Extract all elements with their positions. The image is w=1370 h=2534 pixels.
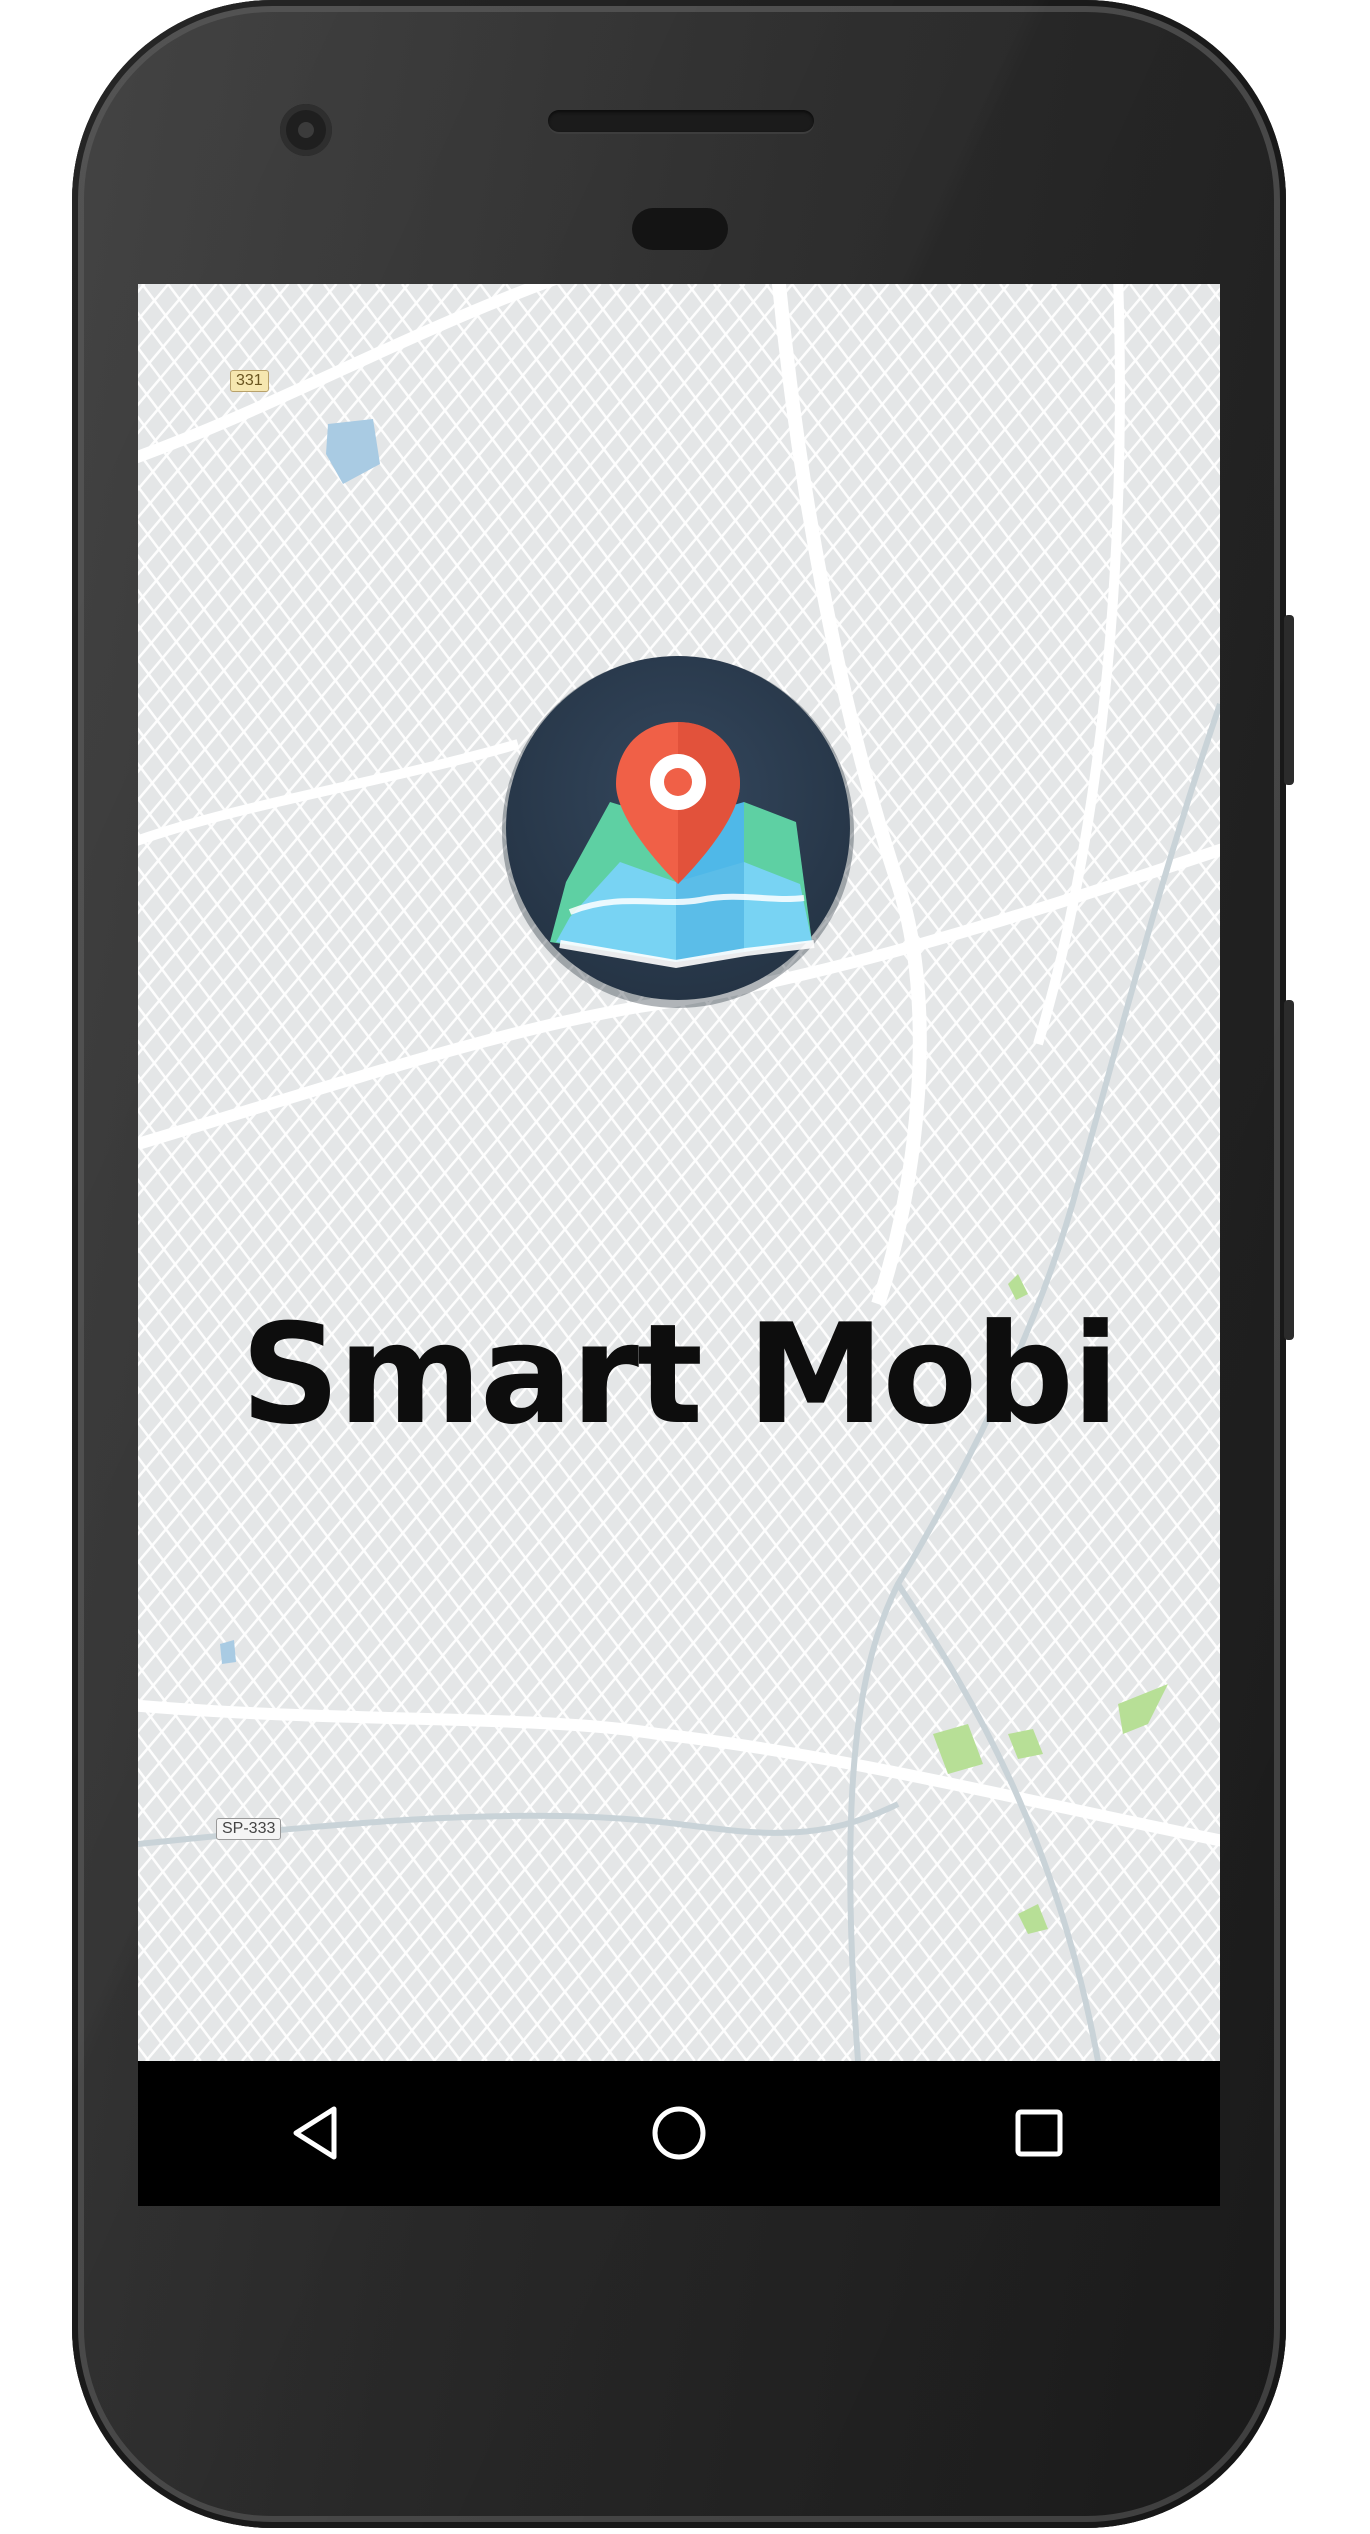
front-camera-icon: [280, 104, 332, 156]
map-street: [138, 284, 482, 689]
volume-button: [1284, 1000, 1294, 1340]
map-street: [138, 1073, 878, 2061]
map-street: [271, 284, 1220, 1551]
recents-square-icon: [1015, 2109, 1063, 2157]
map-street: [265, 936, 1220, 2061]
map-street: [138, 284, 722, 972]
app-logo: [500, 652, 856, 1008]
map-street: [138, 1975, 202, 2061]
map-street: [138, 284, 242, 407]
road-shield-sp333: SP-333: [216, 1818, 282, 1840]
map-street: [138, 284, 1106, 1423]
map-street: [138, 284, 146, 294]
home-circle-icon: [652, 2106, 706, 2160]
proximity-sensor: [632, 208, 728, 250]
map-street: [138, 1836, 306, 2061]
map-area: [1118, 1684, 1168, 1734]
map-street: [138, 1143, 826, 2061]
recents-button[interactable]: [1003, 2097, 1075, 2169]
earpiece-speaker: [548, 110, 814, 132]
map-street: [138, 284, 1034, 1339]
back-button[interactable]: [282, 2097, 354, 2169]
map-pin-icon: [502, 656, 854, 1008]
map-street: [138, 865, 1034, 2061]
map-street: [323, 284, 1220, 1481]
map-street: [1033, 1840, 1220, 2061]
map-street: [138, 2044, 150, 2061]
map-street: [138, 284, 506, 718]
navigation-bar: [138, 2061, 1220, 2206]
back-triangle-icon: [293, 2106, 337, 2160]
map-street: [138, 284, 770, 1028]
map-streets: [138, 284, 1220, 2061]
splash-screen: 331 SP-333 Smart Mobi: [138, 284, 1220, 2206]
home-button[interactable]: [643, 2097, 715, 2169]
map-street: [138, 284, 818, 1085]
map-background: 331 SP-333: [138, 284, 1220, 2061]
app-title: Smart Mobi: [240, 1294, 1120, 1455]
map-street: [1051, 284, 1220, 511]
power-button: [1284, 615, 1294, 785]
map-street: [138, 284, 890, 1169]
map-street: [635, 284, 1220, 1065]
map-street: [138, 284, 554, 774]
map-street: [138, 284, 170, 322]
map-street: [138, 1524, 540, 2061]
map-area: [326, 419, 380, 484]
road-shield-331: 331: [230, 370, 269, 392]
map-area: [220, 1640, 236, 1664]
map-area: [1008, 1729, 1043, 1759]
map-street: [138, 1281, 722, 2061]
map-street: [138, 284, 674, 915]
